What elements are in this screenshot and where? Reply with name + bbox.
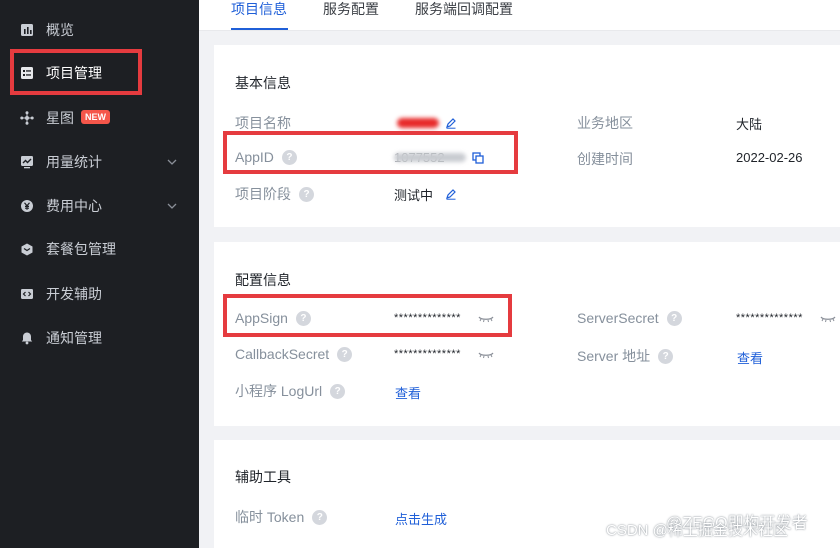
tab-bar xyxy=(199,0,840,31)
section-title: 辅助工具 xyxy=(235,469,291,485)
created-label: 创建时间 xyxy=(577,151,633,167)
watermark: CSDN @稀土掘金技术社区 xyxy=(606,522,788,539)
help-icon[interactable]: ? xyxy=(330,383,346,399)
region-value: 大陆 xyxy=(736,117,763,132)
eye-closed-icon[interactable] xyxy=(478,350,494,360)
chevron-down-icon[interactable] xyxy=(166,200,178,212)
stage-value: 测试中 xyxy=(394,188,434,203)
appsign-highlight-box xyxy=(223,294,512,337)
callback-secret-label: CallbackSecret? xyxy=(235,346,353,362)
yuan-icon xyxy=(20,199,34,213)
created-value: 2022-02-26 xyxy=(736,150,803,165)
tab-server-callback[interactable]: 服务端回调配置 xyxy=(415,0,513,19)
section-title: 基本信息 xyxy=(235,75,291,91)
server-address-label: Server 地址? xyxy=(577,346,674,366)
bell-icon xyxy=(20,331,34,345)
sidebar-item-billing[interactable]: 费用中心 xyxy=(0,186,199,226)
server-secret-label: ServerSecret? xyxy=(577,310,682,326)
edit-icon[interactable] xyxy=(445,188,457,200)
edit-icon[interactable] xyxy=(445,117,457,129)
code-icon xyxy=(20,287,34,301)
server-address-view-link[interactable]: 查看 xyxy=(737,348,763,367)
sidebar-item-label: 概览 xyxy=(46,22,74,38)
sidebar-item-label: 通知管理 xyxy=(46,330,102,346)
logurl-label: 小程序 LogUrl? xyxy=(235,381,346,401)
temp-token-label: 临时 Token? xyxy=(235,507,328,527)
section-title: 配置信息 xyxy=(235,272,291,288)
sidebar-item-overview[interactable]: 概览 xyxy=(0,10,199,50)
sidebar: 概览 项目管理 星图 NEW 用量统计 费用中心 套餐包管理 开发辅助 通知管理 xyxy=(0,0,199,548)
sidebar-item-usage[interactable]: 用量统计 xyxy=(0,142,199,182)
callback-secret-value: ************** xyxy=(394,348,461,360)
sidebar-item-label: 用量统计 xyxy=(46,154,102,170)
new-badge: NEW xyxy=(81,110,110,124)
chevron-down-icon[interactable] xyxy=(166,156,178,168)
usage-chart-icon xyxy=(20,155,34,169)
help-icon[interactable]: ? xyxy=(658,348,674,364)
appid-highlight-box xyxy=(223,131,518,174)
server-secret-value: ************** xyxy=(736,312,803,324)
sidebar-item-label: 星图 xyxy=(46,110,74,126)
sidebar-highlight-box xyxy=(10,49,142,95)
sidebar-item-label: 费用中心 xyxy=(46,198,102,214)
sidebar-item-star-map[interactable]: 星图 NEW xyxy=(0,98,199,138)
help-icon[interactable]: ? xyxy=(337,346,353,362)
tab-project-info[interactable]: 项目信息 xyxy=(231,0,287,19)
tab-service-config[interactable]: 服务配置 xyxy=(323,0,379,19)
bar-chart-icon xyxy=(20,23,34,37)
sidebar-item-label: 开发辅助 xyxy=(46,286,102,302)
help-icon[interactable]: ? xyxy=(666,310,682,326)
help-icon[interactable]: ? xyxy=(299,186,314,202)
region-label: 业务地区 xyxy=(577,115,633,131)
sidebar-item-notifications[interactable]: 通知管理 xyxy=(0,318,199,358)
active-tab-indicator xyxy=(231,28,288,30)
help-icon[interactable]: ? xyxy=(312,509,328,525)
project-name-label: 项目名称 xyxy=(235,115,291,131)
star-map-icon xyxy=(20,111,34,125)
sidebar-item-package[interactable]: 套餐包管理 xyxy=(0,229,199,269)
sidebar-item-label: 套餐包管理 xyxy=(46,241,116,257)
eye-closed-icon[interactable] xyxy=(820,314,836,324)
sidebar-item-dev-tools[interactable]: 开发辅助 xyxy=(0,274,199,314)
generate-token-link[interactable]: 点击生成 xyxy=(395,509,447,528)
project-name-redacted xyxy=(397,118,439,128)
stage-label: 项目阶段? xyxy=(235,184,314,204)
package-icon xyxy=(20,242,34,256)
logurl-view-link[interactable]: 查看 xyxy=(395,383,421,402)
